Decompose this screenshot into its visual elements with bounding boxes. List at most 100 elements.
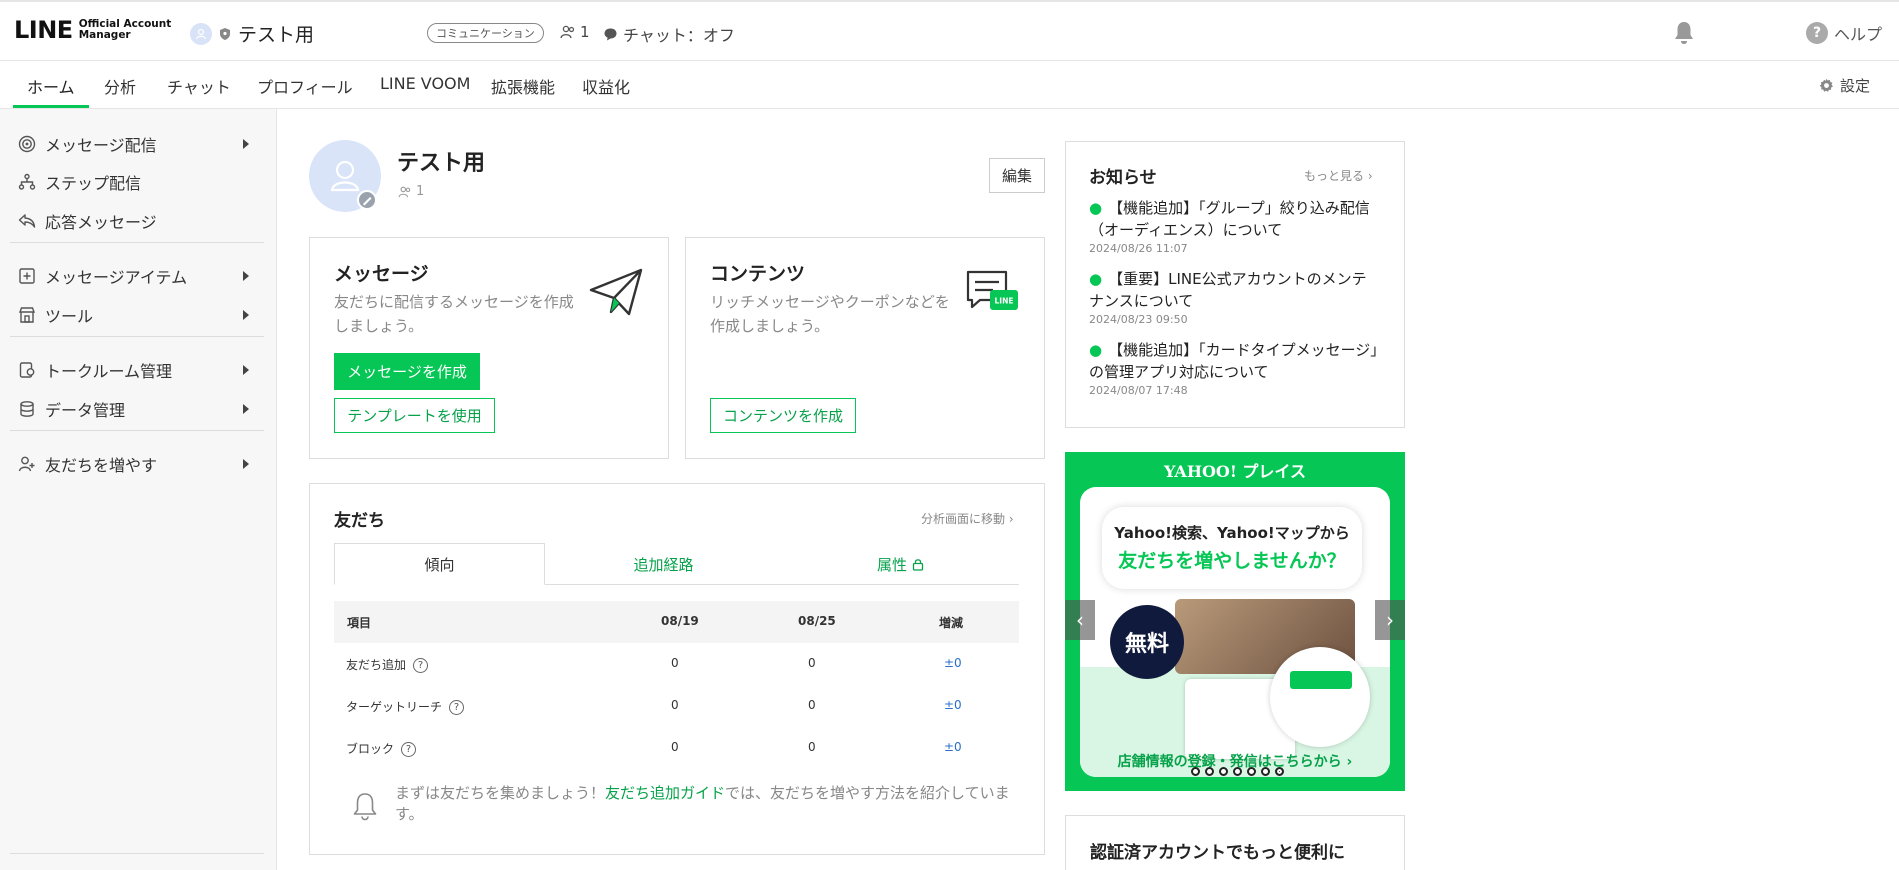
sidebar-divider: [10, 853, 264, 854]
tab-analytics[interactable]: 分析: [104, 74, 136, 98]
sidebar: メッセージ配信 ステップ配信 応答メッセージ メッセージアイテム ツール トーク…: [0, 109, 277, 870]
tab-attributes-label: 属性: [876, 555, 907, 574]
pagination-dot[interactable]: [1233, 767, 1242, 776]
account-switcher[interactable]: テスト用: [190, 20, 314, 47]
add-friend-guide-link[interactable]: 友だち追加ガイド: [605, 784, 725, 802]
news-more-link[interactable]: もっと見る ›: [1304, 167, 1373, 184]
row-label-text: ターゲットリーチ: [346, 700, 443, 714]
pagination-dot[interactable]: [1261, 767, 1270, 776]
help-circle-icon[interactable]: ?: [401, 742, 417, 757]
gear-icon: [1819, 78, 1833, 92]
news-item-title: 【重要】LINE公式アカウントのメンテナンスについて: [1089, 270, 1367, 310]
line-oa-logo[interactable]: LINE Official Account Manager: [14, 16, 171, 44]
settings-link[interactable]: 設定: [1819, 75, 1870, 96]
profile-avatar[interactable]: [309, 140, 381, 212]
help-circle-icon[interactable]: ?: [413, 658, 429, 673]
sidebar-item-label: データ管理: [45, 401, 126, 420]
sidebar-item-add-friends[interactable]: 友だちを増やす: [17, 452, 257, 476]
news-item-text: ● 【機能追加】「カードタイプメッセージ」の管理アプリ対応について: [1089, 341, 1378, 381]
friends-tip: まずは友だちを集めましょう！友だち追加ガイドでは、友だちを増やす方法を紹介してい…: [395, 783, 1015, 825]
banner-next-button[interactable]: ›: [1375, 600, 1405, 640]
friend-count: 1: [560, 23, 590, 41]
banner-card: Yahoo!検索、Yahoo!マップから 友だちを増やしませんか？ 無料 店舗情…: [1080, 487, 1390, 777]
sidebar-item-tools[interactable]: ツール: [17, 303, 257, 327]
banner-prev-button[interactable]: ‹: [1065, 600, 1095, 640]
row-value1: 0: [671, 740, 679, 754]
news-item-text: ● 【重要】LINE公式アカウントのメンテナンスについて: [1089, 270, 1367, 310]
edit-profile-button[interactable]: 編集: [989, 158, 1045, 193]
news-title: お知らせ: [1089, 168, 1157, 188]
pagination-dot[interactable]: [1219, 767, 1228, 776]
tab-profile[interactable]: プロフィール: [257, 74, 353, 98]
column-date2: 08/25: [798, 614, 836, 628]
table-row: ブロック? 0 0 ±0: [334, 727, 1019, 769]
database-icon: [17, 399, 37, 419]
sidebar-item-message-items[interactable]: メッセージアイテム: [17, 264, 257, 288]
friends-icon: [398, 186, 411, 197]
chat-status[interactable]: チャット：オフ: [603, 22, 735, 46]
chevron-right-icon: [243, 271, 249, 281]
contents-card-title: コンテンツ: [710, 263, 806, 285]
analytics-link[interactable]: 分析画面に移動 ›: [921, 510, 1014, 527]
chevron-right-icon: [243, 404, 249, 414]
help-icon: ?: [1806, 22, 1828, 44]
help-link[interactable]: ? ヘルプ: [1806, 21, 1882, 45]
profile-name: テスト用: [397, 151, 486, 176]
news-item-date: 2024/08/26 11:07: [1089, 242, 1188, 255]
sidebar-item-data[interactable]: データ管理: [17, 397, 257, 421]
help-circle-icon[interactable]: ?: [449, 700, 465, 715]
top-bar: LINE Official Account Manager テスト用 コミュニケ…: [0, 0, 1899, 61]
sidebar-item-step[interactable]: ステップ配信: [17, 170, 257, 194]
message-item-icon: [17, 266, 37, 286]
tab-line-voom[interactable]: LINE VOOM: [380, 74, 470, 93]
tab-trend[interactable]: 傾向: [334, 543, 545, 585]
logo-line-text: LINE: [14, 16, 73, 44]
reply-icon: [17, 211, 37, 231]
pagination-dot[interactable]: [1191, 767, 1200, 776]
sidebar-item-broadcast[interactable]: メッセージ配信: [17, 132, 257, 156]
bell-icon: [351, 791, 379, 825]
news-item-date: 2024/08/23 09:50: [1089, 313, 1188, 326]
use-template-button[interactable]: テンプレートを使用: [334, 398, 495, 433]
pagination-dot[interactable]: [1275, 767, 1284, 776]
sidebar-divider: [10, 430, 264, 431]
svg-text:LINE: LINE: [995, 297, 1014, 306]
verified-account-title: 認証済アカウントでもっと便利に: [1090, 843, 1345, 863]
tab-monetization[interactable]: 収益化: [582, 74, 630, 98]
tab-chat[interactable]: チャット: [167, 74, 231, 98]
yahoo-place-banner[interactable]: YAHOO! プレイス Yahoo!検索、Yahoo!マップから 友だちを増やし…: [1065, 452, 1405, 791]
row-label-text: 友だち追加: [346, 658, 407, 672]
shield-icon: [218, 27, 232, 41]
row-value2: 0: [808, 698, 816, 712]
profile-friend-count-value: 1: [416, 184, 425, 199]
sidebar-item-label: メッセージアイテム: [45, 268, 188, 287]
friend-count-value: 1: [580, 23, 590, 41]
tab-home[interactable]: ホーム: [27, 74, 75, 98]
tab-attributes[interactable]: 属性: [782, 543, 1019, 585]
news-more-label: もっと見る: [1304, 169, 1365, 183]
tab-extensions[interactable]: 拡張機能: [491, 74, 555, 98]
add-friend-circle: [1270, 647, 1370, 747]
sidebar-item-talkroom[interactable]: トークルーム管理: [17, 358, 257, 382]
sidebar-item-label: トークルーム管理: [45, 362, 173, 381]
chevron-right-icon: [243, 365, 249, 375]
add-friend-mock-button: [1290, 671, 1352, 689]
news-item[interactable]: ● 【機能追加】「カードタイプメッセージ」の管理アプリ対応について 2024/08…: [1089, 339, 1379, 397]
help-label: ヘルプ: [1834, 25, 1883, 44]
create-message-button[interactable]: メッセージを作成: [334, 353, 480, 390]
news-item-date: 2024/08/07 17:48: [1089, 384, 1188, 397]
message-card-desc: 友だちに配信するメッセージを作成しましょう。: [334, 293, 574, 335]
news-item[interactable]: ● 【重要】LINE公式アカウントのメンテナンスについて 2024/08/23 0…: [1089, 268, 1379, 326]
news-item[interactable]: ● 【機能追加】「グループ」絞り込み配信（オーディエンス）について 2024/08…: [1089, 197, 1379, 255]
notification-bell-icon[interactable]: [1673, 20, 1695, 46]
add-friend-icon: [17, 454, 37, 474]
pagination-dot[interactable]: [1205, 767, 1214, 776]
profile-friend-count: 1: [398, 184, 424, 199]
tab-acquisition[interactable]: 追加経路: [545, 543, 782, 585]
pagination-dot[interactable]: [1247, 767, 1256, 776]
plan-badge: コミュニケーション: [427, 23, 544, 43]
news-item-text: ● 【機能追加】「グループ」絞り込み配信（オーディエンス）について: [1089, 199, 1370, 239]
chevron-right-icon: [243, 310, 249, 320]
sidebar-item-auto-reply[interactable]: 応答メッセージ: [17, 209, 257, 233]
create-contents-button[interactable]: コンテンツを作成: [710, 398, 856, 433]
